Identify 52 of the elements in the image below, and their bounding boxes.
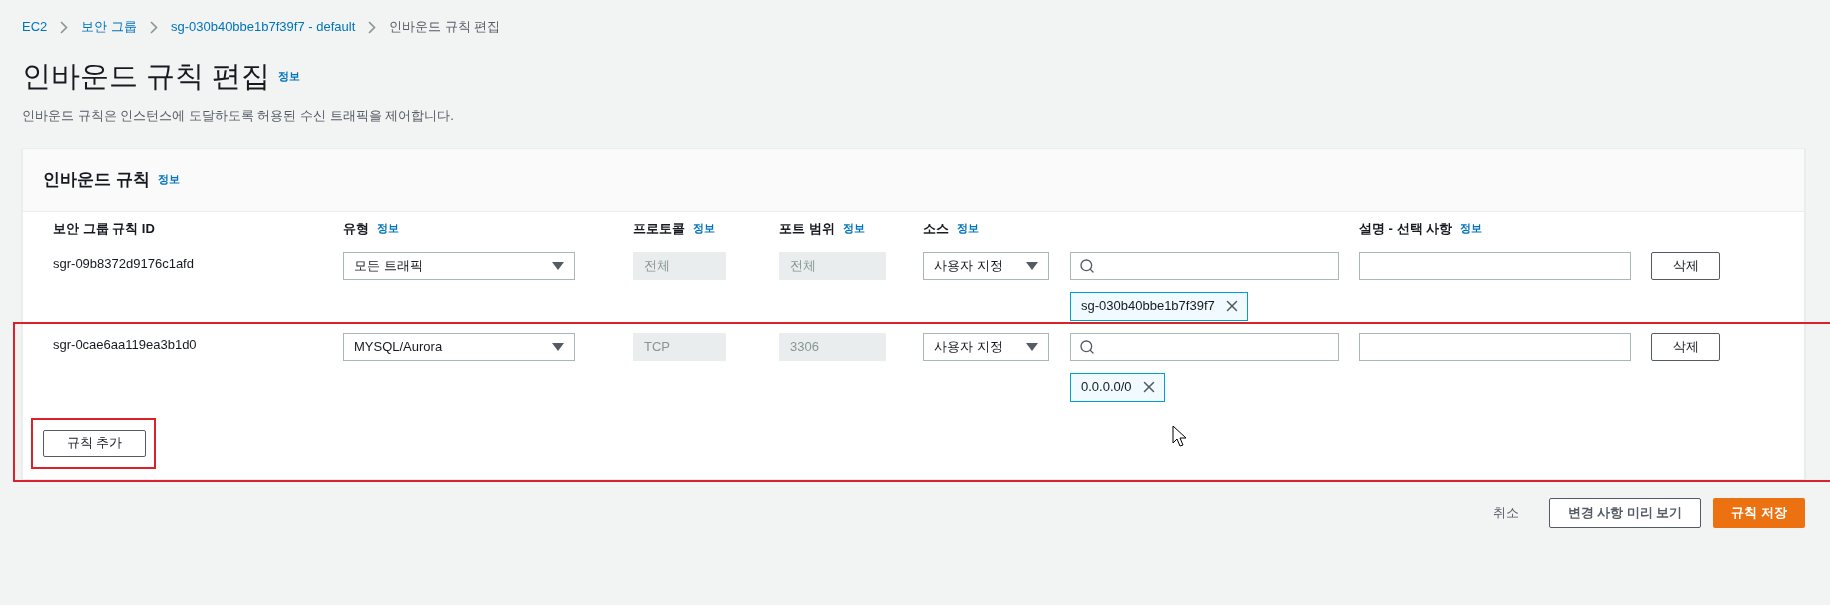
info-link[interactable]: 정보 [957,220,979,237]
column-header: 보안 그룹 규칙 ID [53,219,155,238]
caret-icon [552,342,564,351]
mouse-cursor-icon [1172,425,1186,447]
info-link[interactable]: 정보 [278,67,301,85]
info-link[interactable]: 정보 [842,220,865,237]
breadcrumb-link[interactable]: EC2 [22,17,48,37]
chevron-right-icon [368,20,377,34]
column-header: 프로토콜 [633,219,685,238]
rule-id: sgr-09b8372d9176c1afd [53,254,195,273]
panel-title: 인바운드 규칙 [43,168,150,191]
delete-button[interactable]: 삭제 [1651,251,1720,280]
search-icon [1079,338,1095,355]
save-button[interactable]: 규칙 저장 [1713,497,1805,528]
caret-icon [1026,261,1038,270]
type-select[interactable]: 모든 트래픽 [343,251,575,280]
info-link[interactable]: 정보 [157,171,180,188]
column-header: 포트 범위 [779,219,835,238]
caret-icon [552,261,564,270]
protocol-field: 전체 [633,251,726,280]
add-rule-button[interactable]: 규칙 추가 [43,429,146,457]
info-link[interactable]: 정보 [377,220,399,237]
chevron-right-icon [149,20,158,34]
column-header: 소스 [923,219,949,238]
source-token: 0.0.0.0/0 [1070,372,1165,402]
cancel-button[interactable]: 취소 [1482,497,1529,528]
info-link[interactable]: 정보 [1460,220,1483,237]
column-header: 설명 - 선택 사항 [1359,219,1453,238]
source-select[interactable]: 사용자 지정 [923,251,1049,280]
info-link[interactable]: 정보 [693,220,715,237]
rule-id: sgr-0cae6aa119ea3b1d0 [53,335,198,354]
search-field[interactable] [1070,332,1339,361]
source-token: sg-030b40bbe1b7f39f7 [1070,291,1248,321]
page-title: 인바운드 규칙 편집 [22,61,271,91]
search-icon [1079,257,1095,274]
description-field[interactable] [1359,251,1631,280]
type-select[interactable]: MYSQL/Aurora [343,332,575,361]
caret-icon [1026,342,1038,351]
page-description: 인바운드 규칙은 인스턴스에 도달하도록 허용된 수신 트래픽을 제어합니다. [22,107,455,125]
description-field[interactable] [1359,332,1631,361]
column-header: 유형 [343,219,369,238]
preview-button[interactable]: 변경 사항 미리 보기 [1548,497,1702,528]
chevron-right-icon [60,20,69,34]
search-field[interactable] [1070,251,1339,280]
breadcrumb-current: 인바운드 규칙 편집 [389,18,501,37]
delete-button[interactable]: 삭제 [1651,332,1720,361]
port-range-field: 3306 [779,332,886,361]
breadcrumb-link[interactable]: 보안 그룹 [81,17,137,37]
protocol-field: TCP [633,332,726,361]
source-select[interactable]: 사용자 지정 [923,332,1049,361]
port-range-field: 전체 [779,251,886,280]
breadcrumb-link[interactable]: sg-030b40bbe1b7f39f7 - default [170,17,356,37]
